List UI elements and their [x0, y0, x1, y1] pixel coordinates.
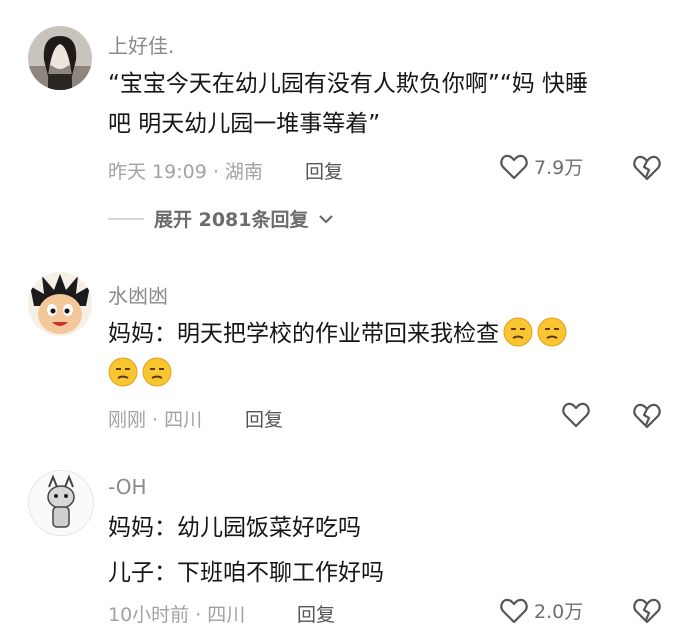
like-button[interactable]: 7.9万 [500, 153, 583, 180]
time-location: 10小时前 · 四川 [108, 604, 246, 626]
reply-button[interactable]: 回复 [297, 600, 335, 627]
time-location: 刚刚 · 四川 [108, 409, 203, 431]
like-button[interactable] [562, 402, 590, 428]
heart-outline-icon [500, 598, 528, 623]
username[interactable]: 水凼凼 [108, 280, 168, 309]
divider-line [108, 217, 144, 220]
like-count: 2.0万 [534, 601, 584, 623]
smug-face-emoji-icon [142, 357, 172, 387]
like-count: 7.9万 [534, 157, 584, 179]
dislike-button[interactable] [633, 155, 661, 185]
broken-heart-icon [633, 155, 661, 181]
time-location: 昨天 19:09 · 湖南 [108, 161, 263, 183]
comment-line: 妈妈：明天把学校的作业带回来我检查 [108, 314, 567, 354]
avatar-1[interactable] [28, 26, 92, 90]
comment-line: 吧 明天幼儿园一堆事等着” [108, 111, 381, 137]
comment-line: 儿子：下班咱不聊工作好吗 [108, 560, 384, 586]
chevron-down-icon [318, 214, 333, 224]
comment-text: 妈妈：明天把学校的作业带回来我检查 [108, 314, 567, 394]
comment-text: “宝宝今天在幼儿园有没有人欺负你啊”“妈 快睡 吧 明天幼儿园一堆事等着” [108, 64, 588, 144]
avatar-2[interactable] [28, 272, 92, 336]
comment-line: “宝宝今天在幼儿园有没有人欺负你啊”“妈 快睡 [108, 71, 589, 97]
heart-outline-icon [562, 402, 590, 428]
comment-text: 妈妈：幼儿园饭菜好吃吗 儿子：下班咱不聊工作好吗 [108, 508, 384, 593]
expand-replies-button[interactable]: 展开 2081条回复 [108, 205, 333, 232]
avatar-3[interactable] [28, 470, 94, 536]
broken-heart-icon [633, 598, 661, 624]
smug-face-emoji-icon [537, 317, 567, 347]
comment-line [104, 354, 567, 394]
expand-label: 展开 2081条回复 [154, 209, 309, 231]
dislike-button[interactable] [633, 598, 661, 628]
reply-button[interactable]: 回复 [245, 405, 283, 432]
smug-face-emoji-icon [108, 357, 138, 387]
dislike-button[interactable] [633, 403, 661, 433]
username[interactable]: 上好佳. [108, 30, 174, 59]
heart-outline-icon [500, 154, 528, 179]
username[interactable]: -OH [108, 475, 147, 499]
comment-line: 妈妈：幼儿园饭菜好吃吗 [108, 515, 361, 541]
broken-heart-icon [633, 403, 661, 429]
reply-button[interactable]: 回复 [305, 157, 343, 184]
smug-face-emoji-icon [503, 317, 533, 347]
like-button[interactable]: 2.0万 [500, 597, 583, 624]
